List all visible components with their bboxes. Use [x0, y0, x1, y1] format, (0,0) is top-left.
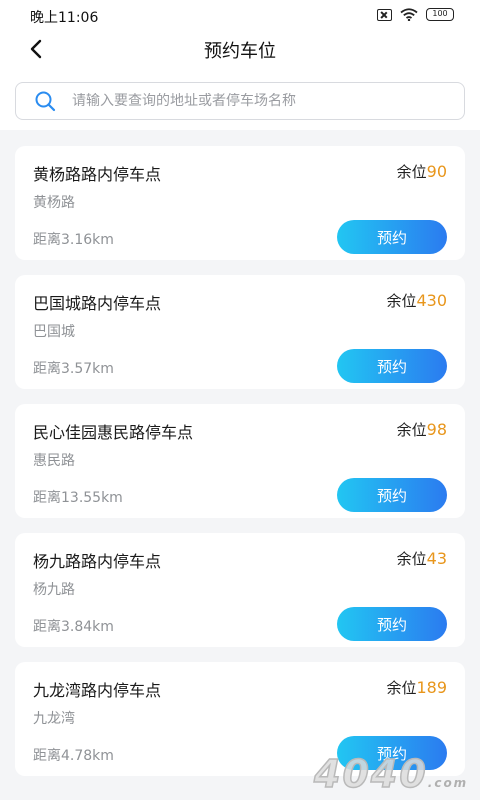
- reserve-button[interactable]: 预约: [337, 478, 447, 512]
- status-time: 晚上11:06: [30, 10, 99, 26]
- reserve-button[interactable]: 预约: [337, 736, 447, 770]
- spaces-count: 90: [426, 162, 447, 181]
- spaces-count: 430: [416, 291, 447, 310]
- spaces-label: 余位: [386, 679, 417, 697]
- spaces-label: 余位: [386, 292, 417, 310]
- parking-card[interactable]: 九龙湾路内停车点 余位189 九龙湾 距离4.78km 预约: [15, 662, 465, 776]
- available-spaces: 余位430: [386, 290, 447, 311]
- parking-street: 九龙湾: [33, 711, 75, 727]
- parking-street: 巴国城: [33, 324, 75, 340]
- header-area: 晚上11:06 100 预约车位: [0, 0, 480, 130]
- status-bar: 晚上11:06 100: [0, 0, 480, 32]
- parking-distance: 距离13.55km: [33, 490, 123, 506]
- parking-distance: 距离4.78km: [33, 748, 114, 764]
- parking-distance: 距离3.84km: [33, 619, 114, 635]
- no-sim-icon: [377, 8, 392, 21]
- watermark-suffix: .com: [427, 776, 469, 790]
- reserve-button[interactable]: 预约: [337, 607, 447, 641]
- available-spaces: 余位90: [397, 161, 447, 182]
- spaces-count: 98: [426, 420, 447, 439]
- wifi-icon: [400, 8, 418, 21]
- parking-name: 杨九路路内停车点: [33, 552, 162, 571]
- nav-bar: 预约车位: [0, 32, 480, 68]
- search-icon: [34, 90, 56, 112]
- status-icons: 100: [377, 8, 454, 21]
- parking-name: 九龙湾路内停车点: [33, 681, 162, 700]
- spaces-label: 余位: [396, 550, 427, 568]
- parking-card[interactable]: 杨九路路内停车点 余位43 杨九路 距离3.84km 预约: [15, 533, 465, 647]
- parking-card[interactable]: 巴国城路内停车点 余位430 巴国城 距离3.57km 预约: [15, 275, 465, 389]
- spaces-label: 余位: [396, 421, 427, 439]
- reserve-button[interactable]: 预约: [337, 349, 447, 383]
- parking-street: 杨九路: [33, 582, 75, 598]
- available-spaces: 余位43: [397, 548, 447, 569]
- search-bar[interactable]: [15, 82, 465, 120]
- battery-icon: 100: [426, 8, 454, 21]
- parking-name: 巴国城路内停车点: [33, 294, 162, 313]
- parking-street: 惠民路: [33, 453, 75, 469]
- spaces-count: 189: [416, 678, 447, 697]
- parking-name: 黄杨路路内停车点: [33, 165, 162, 184]
- spaces-label: 余位: [396, 163, 427, 181]
- parking-card[interactable]: 民心佳园惠民路停车点 余位98 惠民路 距离13.55km 预约: [15, 404, 465, 518]
- available-spaces: 余位98: [397, 419, 447, 440]
- search-input[interactable]: [72, 93, 432, 109]
- parking-distance: 距离3.16km: [33, 232, 114, 248]
- parking-street: 黄杨路: [33, 195, 75, 211]
- page-title: 预约车位: [204, 41, 276, 62]
- spaces-count: 43: [426, 549, 447, 568]
- parking-distance: 距离3.57km: [33, 361, 114, 377]
- parking-card[interactable]: 黄杨路路内停车点 余位90 黄杨路 距离3.16km 预约: [15, 146, 465, 260]
- available-spaces: 余位189: [386, 677, 447, 698]
- reserve-button[interactable]: 预约: [337, 220, 447, 254]
- parking-name: 民心佳园惠民路停车点: [33, 423, 194, 442]
